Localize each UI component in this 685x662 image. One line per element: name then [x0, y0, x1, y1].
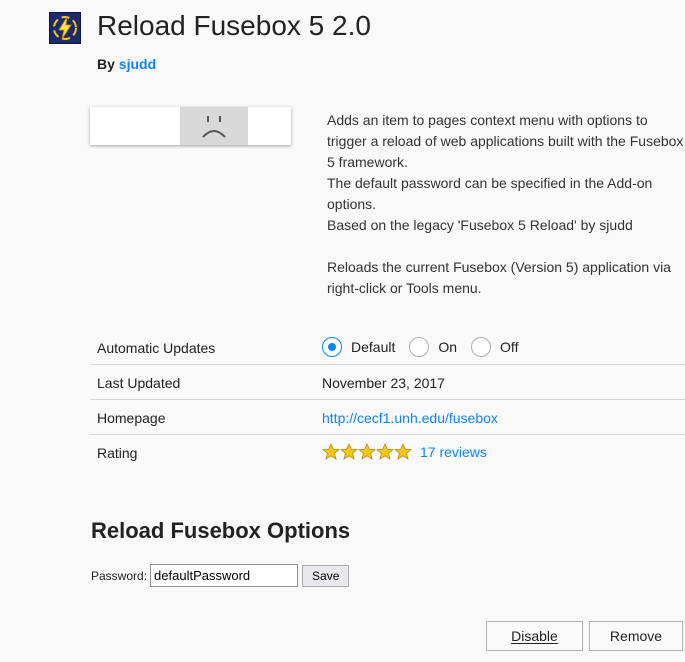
rating-value: 17 reviews [322, 443, 487, 460]
radio-off[interactable]: Off [471, 337, 518, 357]
addon-screenshot[interactable] [90, 107, 291, 145]
addon-details: Automatic Updates Default On Off Last Up… [90, 330, 685, 470]
by-label: By [97, 56, 115, 72]
author-link[interactable]: sjudd [119, 56, 156, 72]
options-title: Reload Fusebox Options [91, 518, 351, 543]
last-updated-label: Last Updated [97, 375, 181, 391]
description-paragraph: Adds an item to pages context menu with … [327, 112, 684, 233]
addon-byline: By sjudd [97, 56, 156, 72]
detail-row-last-updated: Last Updated November 23, 2017 [90, 365, 685, 400]
radio-on-button[interactable] [409, 337, 430, 357]
rating-label: Rating [97, 445, 138, 461]
homepage-label: Homepage [97, 410, 166, 426]
updates-radio-group: Default On Off [322, 337, 532, 357]
addon-title: Reload Fusebox 5 2.0 [97, 10, 371, 41]
radio-default[interactable]: Default [322, 337, 395, 357]
last-updated-value: November 23, 2017 [322, 375, 445, 391]
description-paragraph: Reloads the current Fusebox (Version 5) … [327, 259, 671, 296]
detail-row-rating: Rating 17 reviews [90, 435, 685, 470]
radio-off-button[interactable] [471, 337, 492, 357]
password-input[interactable] [150, 564, 299, 587]
star-icon [340, 443, 358, 460]
disable-label: Disable [511, 628, 558, 644]
detail-row-updates: Automatic Updates Default On Off [90, 330, 685, 365]
radio-default-button[interactable] [322, 337, 342, 357]
star-icon [394, 443, 412, 460]
remove-label: Remove [609, 628, 663, 644]
radio-off-label: Off [500, 339, 519, 355]
star-icon [376, 443, 394, 460]
radio-on-label: On [438, 339, 458, 355]
reviews-link[interactable]: 17 reviews [420, 444, 487, 460]
radio-default-label: Default [351, 339, 396, 355]
updates-label: Automatic Updates [97, 340, 216, 356]
addon-logo-icon [49, 12, 81, 44]
detail-row-homepage: Homepage http://cecf1.unh.edu/fusebox [90, 400, 685, 435]
star-icon [322, 443, 340, 460]
disable-button[interactable]: Disable [486, 621, 583, 651]
rating-stars [322, 443, 412, 460]
homepage-link[interactable]: http://cecf1.unh.edu/fusebox [322, 410, 498, 426]
star-icon [358, 443, 376, 460]
radio-on[interactable]: On [409, 337, 457, 357]
password-label: Password: [91, 568, 148, 583]
addon-description: Adds an item to pages context menu with … [327, 110, 685, 320]
save-button[interactable]: Save [302, 564, 350, 587]
sad-face-icon [180, 107, 248, 145]
password-row: Password: Save [91, 564, 350, 587]
remove-button[interactable]: Remove [589, 621, 683, 651]
